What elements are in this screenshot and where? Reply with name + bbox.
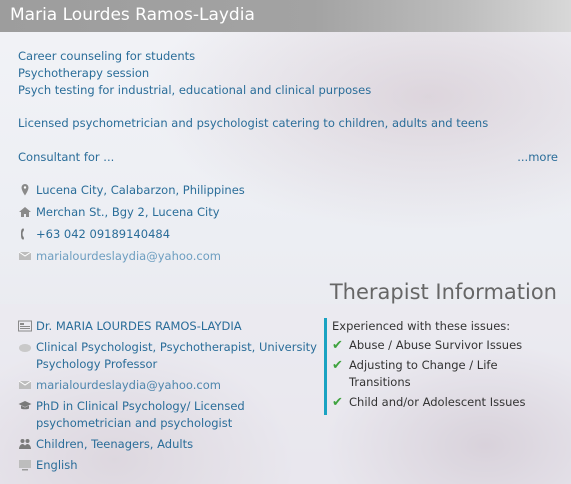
issue-label: Child and/or Adolescent Issues	[349, 395, 526, 409]
contact-phone: +63 042 09189140484	[18, 227, 170, 241]
envelope-icon	[18, 249, 34, 263]
contact-email[interactable]: marialourdeslaydia@yahoo.com	[18, 249, 221, 263]
phone-icon	[18, 227, 34, 241]
therapist-language: English	[36, 458, 78, 472]
more-link[interactable]: ...more	[517, 150, 558, 164]
service-item: Psych testing for industrial, educationa…	[18, 83, 372, 97]
therapist-email-row[interactable]: marialourdeslaydia@yahoo.com	[18, 377, 318, 394]
therapist-profession: Clinical Psychologist, Psychotherapist, …	[36, 340, 317, 371]
graduation-cap-icon	[18, 400, 34, 414]
monitor-icon	[18, 459, 34, 473]
contact-location: Lucena City, Calabarzon, Philippines	[18, 183, 245, 197]
checkmark-icon: ✔	[332, 395, 343, 410]
issue-item: ✔ Adjusting to Change / Life Transitions	[332, 357, 554, 391]
services-list: Career counseling for students Psychothe…	[18, 48, 371, 99]
therapist-name: Dr. MARIA LOURDES RAMOS-LAYDIA	[36, 319, 242, 333]
home-icon	[18, 205, 34, 219]
address-text: Merchan St., Bgy 2, Lucena City	[36, 205, 220, 219]
issue-item: ✔ Child and/or Adolescent Issues	[332, 394, 554, 411]
issue-item: ✔ Abuse / Abuse Survivor Issues	[332, 337, 554, 354]
map-pin-icon	[18, 183, 34, 197]
people-icon	[18, 438, 34, 452]
id-card-icon	[18, 320, 34, 334]
therapist-clients: Children, Teenagers, Adults	[36, 437, 194, 451]
profile-name: Maria Lourdes Ramos-Laydia	[10, 5, 255, 25]
consultant-text: Consultant for ...	[18, 150, 115, 164]
issues-header: Experienced with these issues:	[332, 319, 511, 333]
issues-panel: Experienced with these issues: ✔ Abuse /…	[324, 318, 554, 415]
briefcase-icon	[18, 341, 34, 355]
section-title: Therapist Information	[329, 280, 557, 304]
issue-label: Adjusting to Change / Life Transitions	[349, 358, 498, 389]
phone-text: +63 042 09189140484	[36, 227, 171, 241]
profile-summary: Licensed psychometrician and psychologis…	[18, 116, 489, 130]
contact-address: Merchan St., Bgy 2, Lucena City	[18, 205, 220, 219]
profile-header: Maria Lourdes Ramos-Laydia	[0, 0, 571, 32]
therapist-email-link[interactable]: marialourdeslaydia@yahoo.com	[36, 377, 221, 394]
email-link[interactable]: marialourdeslaydia@yahoo.com	[36, 249, 221, 263]
location-text: Lucena City, Calabarzon, Philippines	[36, 183, 245, 197]
therapist-name-row: Dr. MARIA LOURDES RAMOS-LAYDIA	[18, 318, 318, 335]
therapist-details: Dr. MARIA LOURDES RAMOS-LAYDIA Clinical …	[18, 318, 318, 478]
service-item: Career counseling for students	[18, 49, 196, 63]
therapist-education: PhD in Clinical Psychology/ Licensed psy…	[36, 399, 245, 430]
checkmark-icon: ✔	[332, 338, 343, 353]
therapist-clients-row: Children, Teenagers, Adults	[18, 436, 318, 453]
checkmark-icon: ✔	[332, 358, 343, 373]
therapist-profession-row: Clinical Psychologist, Psychotherapist, …	[18, 339, 318, 373]
issue-label: Abuse / Abuse Survivor Issues	[349, 338, 523, 352]
service-item: Psychotherapy session	[18, 66, 150, 80]
envelope-icon	[18, 379, 34, 393]
therapist-education-row: PhD in Clinical Psychology/ Licensed psy…	[18, 398, 318, 432]
therapist-language-row: English	[18, 457, 318, 474]
